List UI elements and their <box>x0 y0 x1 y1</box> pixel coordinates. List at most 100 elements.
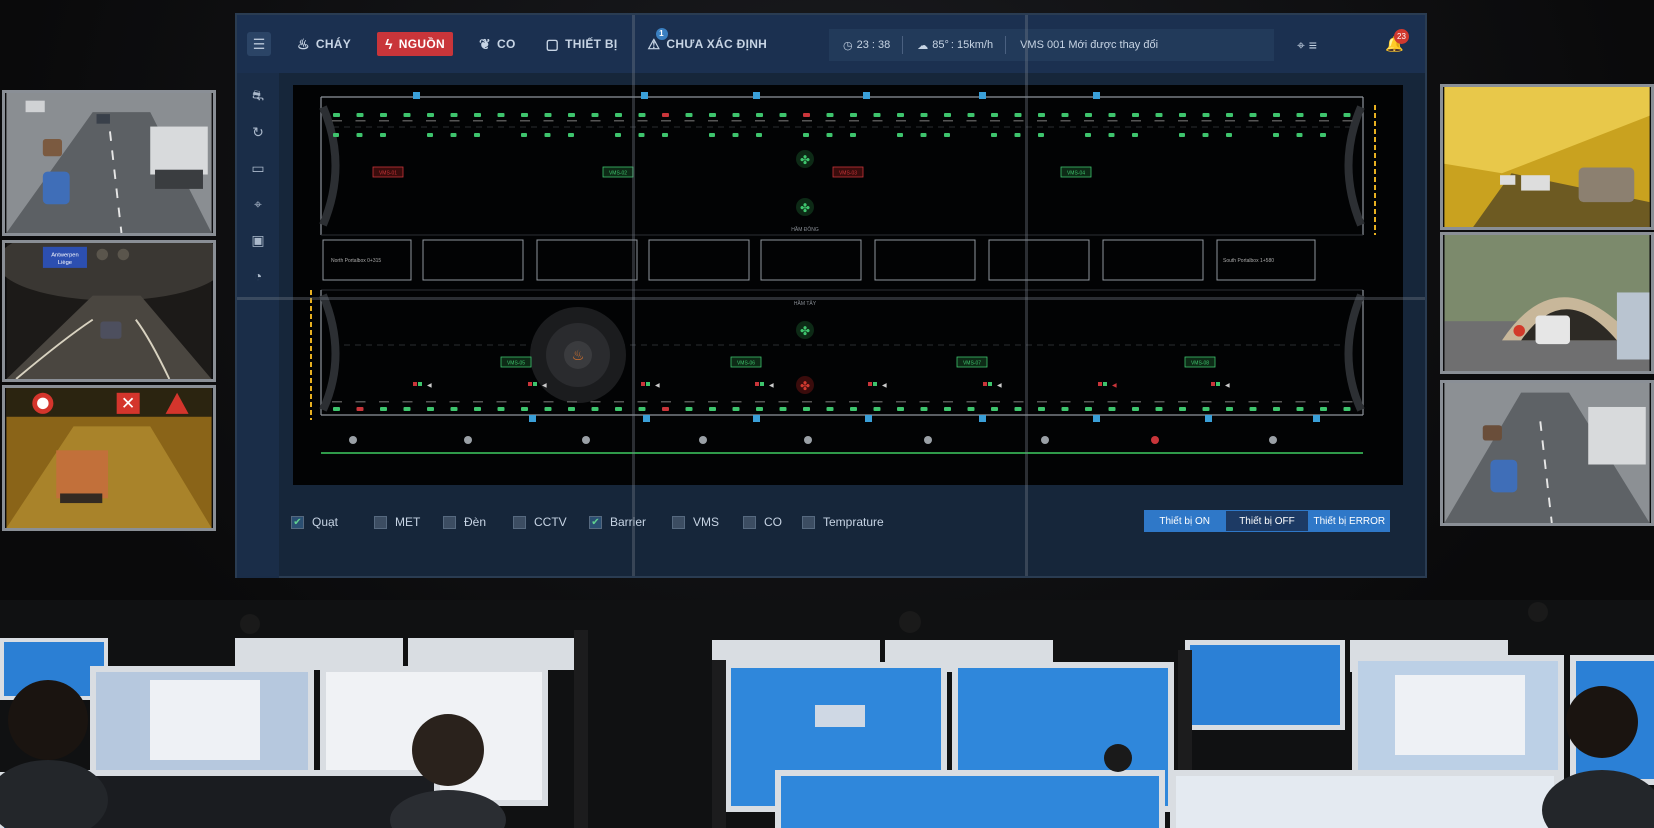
light-marker[interactable] <box>849 401 859 411</box>
light-marker[interactable] <box>778 113 789 122</box>
fan-icon[interactable]: ✤ <box>796 150 814 168</box>
sensor-marker[interactable] <box>582 436 590 444</box>
light-marker[interactable] <box>825 113 836 122</box>
light-marker[interactable] <box>756 133 762 137</box>
light-marker[interactable] <box>614 401 624 411</box>
traffic-signal-marker[interactable]: ◀ <box>755 382 774 389</box>
light-marker[interactable] <box>568 133 574 137</box>
light-marker[interactable] <box>520 401 530 411</box>
light-marker[interactable] <box>850 133 856 137</box>
checkbox[interactable] <box>513 515 526 529</box>
cctv-marker[interactable] <box>413 92 420 99</box>
vms-sign[interactable]: VMS-06 <box>730 356 762 368</box>
light-marker[interactable] <box>826 133 833 137</box>
light-error-marker[interactable] <box>661 401 671 411</box>
filter-vms[interactable]: VMS <box>672 515 719 529</box>
light-marker[interactable] <box>590 401 601 411</box>
cctv-marker[interactable] <box>643 415 650 422</box>
light-marker[interactable] <box>943 113 953 122</box>
filter-cctv[interactable]: CCTV <box>513 515 567 529</box>
light-error-marker[interactable] <box>355 401 366 411</box>
traffic-signal-marker[interactable]: ◀ <box>1211 382 1230 389</box>
traffic-signal-marker[interactable]: ◀ <box>528 382 547 389</box>
checkbox[interactable]: ✔ <box>291 515 304 529</box>
filter-co[interactable]: CO <box>743 515 782 529</box>
light-marker[interactable] <box>944 133 950 137</box>
location-list-icon[interactable]: ⌖ ≡ <box>1297 37 1317 54</box>
light-marker[interactable] <box>1013 113 1024 122</box>
light-marker[interactable] <box>450 133 457 137</box>
light-marker[interactable] <box>1178 401 1188 411</box>
light-marker[interactable] <box>919 401 930 411</box>
vms-sign[interactable]: VMS-04 <box>1060 166 1092 178</box>
light-marker[interactable] <box>1178 113 1188 122</box>
tab-chay[interactable]: ♨ CHÁY <box>293 32 355 56</box>
light-marker[interactable] <box>1248 113 1259 122</box>
light-marker[interactable] <box>380 133 386 137</box>
light-marker[interactable] <box>1319 401 1329 411</box>
monitor-icon[interactable]: ▣ <box>247 231 269 249</box>
light-marker[interactable] <box>1273 133 1279 137</box>
checkbox[interactable] <box>374 515 387 529</box>
traffic-signal-marker[interactable]: ◀ <box>413 382 432 389</box>
light-marker[interactable] <box>496 401 507 411</box>
tab-thiet-bi[interactable]: ▢ THIẾT BỊ <box>542 32 622 56</box>
light-marker[interactable] <box>1037 113 1047 122</box>
light-marker[interactable] <box>1108 133 1115 137</box>
light-marker[interactable] <box>332 113 342 122</box>
tab-co[interactable]: ❦ CO <box>475 32 520 56</box>
light-marker[interactable] <box>803 133 809 137</box>
camera-feed-1[interactable] <box>2 90 216 236</box>
light-marker[interactable] <box>991 133 997 137</box>
cctv-marker[interactable] <box>1093 415 1100 422</box>
light-marker[interactable] <box>1107 113 1118 122</box>
filter-den[interactable]: Đèn <box>443 515 486 529</box>
light-marker[interactable] <box>1226 133 1232 137</box>
light-marker[interactable] <box>1179 133 1185 137</box>
light-marker[interactable] <box>637 113 648 122</box>
light-marker[interactable] <box>473 401 483 411</box>
light-marker[interactable] <box>496 113 507 122</box>
light-marker[interactable] <box>943 401 953 411</box>
refresh-icon[interactable]: ↻ <box>247 123 269 141</box>
checkbox[interactable] <box>443 515 456 529</box>
light-marker[interactable] <box>1014 133 1021 137</box>
traffic-signal-marker[interactable]: ◀ <box>868 382 887 389</box>
filter-quat[interactable]: ✔ Quạt <box>291 515 338 529</box>
fan-error-icon[interactable]: ✤ <box>796 376 814 394</box>
sensor-marker[interactable] <box>349 436 357 444</box>
light-marker[interactable] <box>872 401 883 411</box>
light-marker[interactable] <box>896 113 906 122</box>
light-marker[interactable] <box>449 401 460 411</box>
light-marker[interactable] <box>615 133 621 137</box>
light-marker[interactable] <box>708 113 718 122</box>
light-marker[interactable] <box>662 133 668 137</box>
light-marker[interactable] <box>402 401 413 411</box>
light-marker[interactable] <box>567 401 577 411</box>
light-marker[interactable] <box>825 401 836 411</box>
light-marker[interactable] <box>355 113 366 122</box>
legend-off[interactable]: Thiết bị OFF <box>1225 510 1309 532</box>
sensor-marker[interactable] <box>464 436 472 444</box>
cctv-marker[interactable] <box>753 92 760 99</box>
light-marker[interactable] <box>1295 113 1306 122</box>
light-marker[interactable] <box>919 113 930 122</box>
light-marker[interactable] <box>1154 113 1165 122</box>
checkbox[interactable] <box>672 515 685 529</box>
light-marker[interactable] <box>1084 401 1094 411</box>
light-marker[interactable] <box>920 133 927 137</box>
light-marker[interactable] <box>1085 133 1091 137</box>
light-error-marker[interactable] <box>661 113 671 122</box>
light-marker[interactable] <box>1084 113 1094 122</box>
cctv-marker[interactable] <box>753 415 760 422</box>
sensor-marker[interactable] <box>699 436 707 444</box>
vms-sign[interactable]: VMS-05 <box>500 356 532 368</box>
camera-view-icon[interactable]: ⛐ <box>247 87 269 105</box>
sensor-marker[interactable] <box>1041 436 1049 444</box>
light-marker[interactable] <box>709 133 715 137</box>
location-icon[interactable]: ⌖ <box>247 195 269 213</box>
light-marker[interactable] <box>1248 401 1259 411</box>
light-marker[interactable] <box>590 113 601 122</box>
light-marker[interactable] <box>966 113 977 122</box>
light-marker[interactable] <box>990 401 1000 411</box>
